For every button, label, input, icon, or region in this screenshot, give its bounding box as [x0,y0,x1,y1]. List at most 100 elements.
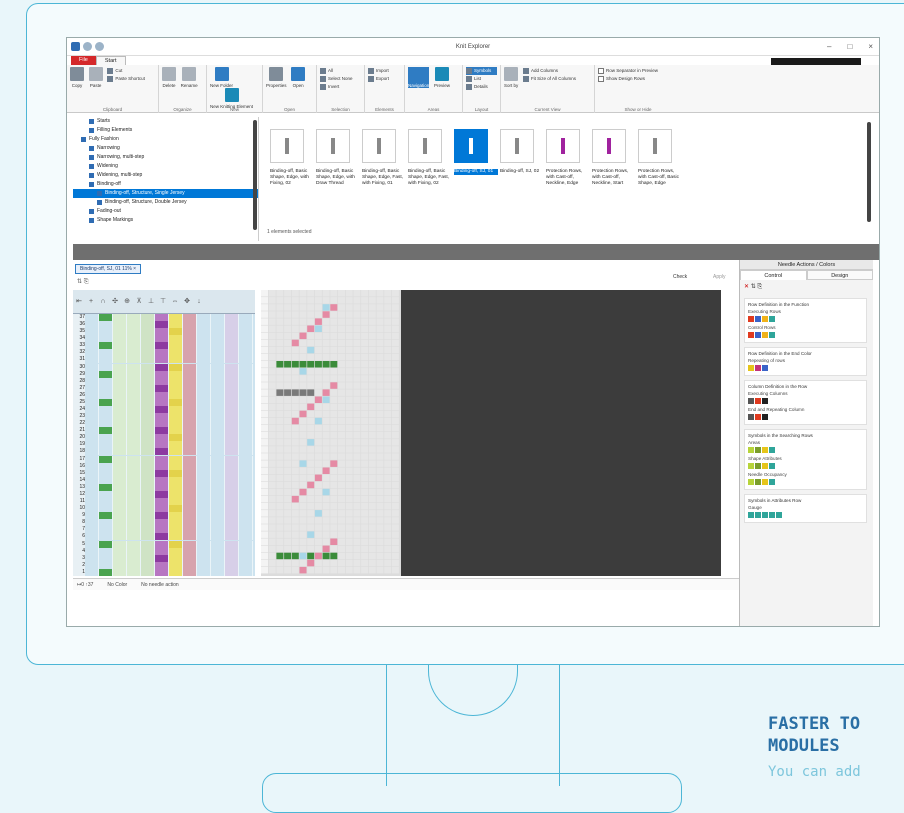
grid-cell[interactable] [127,554,141,562]
grid-cell[interactable] [155,441,169,449]
grid-cell[interactable] [127,441,141,449]
grid-row[interactable]: 3 [73,554,255,562]
grid-row[interactable]: 14 [73,476,255,484]
grid-cell[interactable] [113,448,127,456]
grid-cell[interactable] [99,441,113,449]
grid-cell[interactable] [197,335,211,343]
grid-cell[interactable] [113,469,127,477]
grid-cell[interactable] [85,349,99,357]
grid-cell[interactable] [225,554,239,562]
grid-cell[interactable] [113,427,127,435]
grid-cell[interactable] [211,526,225,534]
rename-button[interactable]: Rename [181,67,198,88]
grid-cell[interactable] [127,349,141,357]
grid-cell[interactable] [169,335,183,343]
symbol-chip[interactable] [762,332,768,338]
grid-cell[interactable] [85,547,99,555]
grid-cell[interactable] [211,533,225,541]
grid-cell[interactable] [155,434,169,442]
grid-cell[interactable] [239,568,253,576]
grid-cell[interactable] [155,406,169,414]
paste-shortcut-button[interactable]: Paste Shortcut [107,75,145,83]
grid-cell[interactable] [99,540,113,548]
grid-cell[interactable] [99,363,113,371]
copy-button[interactable]: Copy [70,67,84,88]
grid-cell[interactable] [211,413,225,421]
section-title[interactable]: Column Definition in the Row [748,383,863,390]
grid-cell[interactable] [239,413,253,421]
sort-by-button[interactable]: Sort by [504,67,518,88]
grid-cell[interactable] [113,483,127,491]
grid-cell[interactable] [113,349,127,357]
grid-cell[interactable] [85,391,99,399]
symbol-chip[interactable] [769,479,775,485]
grid-cell[interactable] [85,406,99,414]
symbol-chip[interactable] [776,512,782,518]
grid-row[interactable]: 6 [73,533,255,541]
row-control-grid[interactable]: ⇤ + ∩ ✣ ⊕ ⊼ ⊥ ⊤ ⇔ ✥ ↓ 37 36 35 34 33 32 31 30 29 28 27 26 25 24… [73,290,255,576]
grid-cell[interactable] [127,413,141,421]
grid-cell[interactable] [239,370,253,378]
grid-cell[interactable] [99,420,113,428]
cut-button[interactable]: Cut [107,67,145,75]
grid-cell[interactable] [183,533,197,541]
grid-cell[interactable] [211,441,225,449]
tree-item[interactable]: Filling Elements [73,126,258,135]
tree-item[interactable]: Binding-off [73,180,258,189]
paste-button[interactable]: Paste [88,67,103,88]
grid-cell[interactable] [211,328,225,336]
grid-cell[interactable] [169,370,183,378]
grid-cell[interactable] [211,505,225,513]
grid-cell[interactable] [141,398,155,406]
grid-cell[interactable] [85,554,99,562]
grid-row[interactable]: 26 [73,391,255,399]
grid-cell[interactable] [113,370,127,378]
grid-cell[interactable] [99,370,113,378]
grid-cell[interactable] [85,420,99,428]
grid-cell[interactable] [183,505,197,513]
symbol-chip[interactable] [755,512,761,518]
tab-control[interactable]: Control [740,270,807,280]
grid-cell[interactable] [197,398,211,406]
grid-row[interactable]: 13 [73,483,255,491]
symbol-chip[interactable] [762,447,768,453]
grid-cell[interactable] [225,462,239,470]
grid-cell[interactable] [155,370,169,378]
grid-cell[interactable] [113,462,127,470]
fit-columns-button[interactable]: Fit Size of All Columns [522,75,576,83]
grid-cell[interactable] [211,448,225,456]
tree-item[interactable]: Fully Fashion [73,135,258,144]
grid-cell[interactable] [141,314,155,321]
element-thumbnail[interactable]: Binding-off, Basic Shape, Edge, with Fix… [270,129,314,187]
grid-row[interactable]: 19 [73,441,255,449]
add-columns-button[interactable]: Add Columns [522,67,576,75]
tree-item[interactable]: Narrowing, multi-step [73,153,258,162]
grid-cell[interactable] [99,469,113,477]
grid-cell[interactable] [183,413,197,421]
grid-cell[interactable] [225,413,239,421]
grid-cell[interactable] [211,476,225,484]
grid-cell[interactable] [85,335,99,343]
grid-cell[interactable] [197,384,211,392]
navigation-button[interactable]: Navigation [408,67,430,88]
grid-cell[interactable] [239,540,253,548]
grid-cell[interactable] [99,505,113,513]
grid-cell[interactable] [225,476,239,484]
grid-cell[interactable] [113,413,127,421]
grid-cell[interactable] [183,335,197,343]
grid-cell[interactable] [183,434,197,442]
grid-cell[interactable] [155,427,169,435]
grid-row[interactable]: 28 [73,377,255,385]
grid-cell[interactable] [169,413,183,421]
grid-cell[interactable] [183,469,197,477]
grid-row[interactable]: 32 [73,349,255,357]
grid-cell[interactable] [99,519,113,527]
symbol-chip[interactable] [755,365,761,371]
grid-cell[interactable] [239,420,253,428]
grid-cell[interactable] [197,434,211,442]
grid-cell[interactable] [127,455,141,463]
grid-cell[interactable] [113,476,127,484]
grid-cell[interactable] [239,398,253,406]
grid-cell[interactable] [239,526,253,534]
grid-cell[interactable] [99,526,113,534]
